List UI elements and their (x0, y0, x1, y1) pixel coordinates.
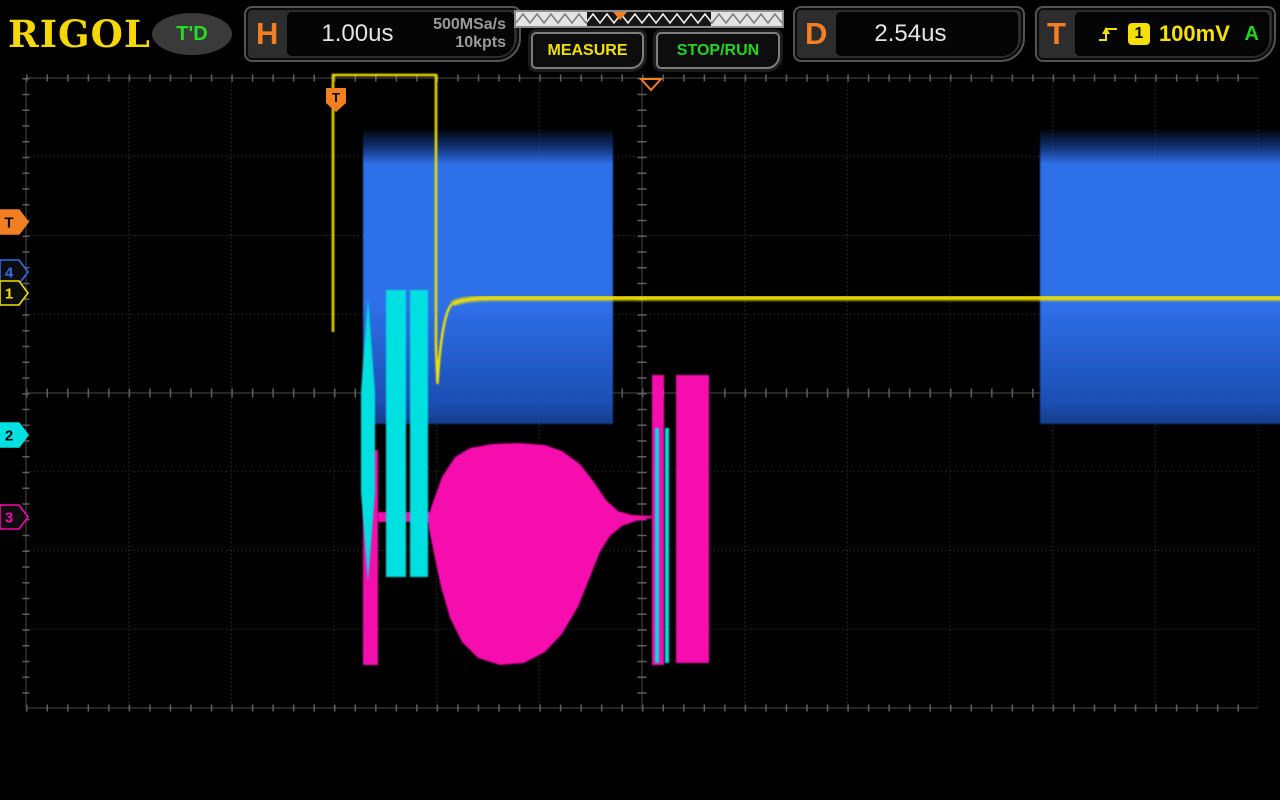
waveform-display[interactable]: T T 4 1 2 3 (0, 62, 1280, 720)
h-label: H (246, 16, 287, 52)
svg-text:3: 3 (5, 510, 13, 527)
trigger-panel[interactable]: T 1 100mV A (1035, 6, 1276, 62)
svg-text:1: 1 (5, 286, 13, 303)
top-status-bar: RIGOL T'D H 1.00us 500MSa/s 10kpts (0, 0, 1280, 62)
memory-position-bar[interactable] (514, 10, 784, 33)
svg-text:T: T (4, 215, 13, 232)
left-marker-2[interactable]: 2 (0, 423, 28, 447)
trigger-status-badge: T'D (152, 13, 232, 55)
delay-inset: 2.54us (836, 12, 1018, 56)
trigger-slope-icon (1097, 24, 1119, 44)
stop-run-button[interactable]: STOP/RUN (656, 32, 780, 69)
trigger-mode: A (1245, 23, 1269, 46)
trigger-level-value: 100mV (1159, 21, 1230, 47)
trigger-position-marker[interactable]: T (326, 88, 346, 112)
horizontal-timebase-panel[interactable]: H 1.00us 500MSa/s 10kpts (244, 6, 521, 62)
oscilloscope-screen: RIGOL T'D H 1.00us 500MSa/s 10kpts (0, 0, 1280, 800)
center-reference-marker (641, 79, 661, 90)
scope-canvas[interactable]: T T 4 1 2 3 (0, 62, 1280, 720)
t-label: T (1037, 16, 1075, 52)
left-marker-1[interactable]: 1 (0, 281, 28, 305)
rigol-logo: RIGOL (8, 12, 151, 56)
left-marker-T[interactable]: T (0, 210, 28, 234)
svg-text:2: 2 (5, 428, 13, 445)
d-label: D (795, 16, 836, 52)
svg-text:4: 4 (5, 265, 14, 282)
delay-panel[interactable]: D 2.54us (793, 6, 1025, 62)
svg-text:T: T (332, 90, 340, 105)
delay-value: 2.54us (836, 20, 946, 48)
bottom-channel-bar: 1 100mV Ω +120mV 2 100mV Ω -56.6mV 3 1 (0, 720, 1280, 800)
acquisition-rates: 500MSa/s 10kpts (433, 16, 514, 52)
trigger-source-badge: 1 (1128, 23, 1150, 45)
timebase-value: 1.00us (287, 20, 393, 48)
sample-rate: 500MSa/s (433, 16, 506, 33)
timebase-inset: 1.00us 500MSa/s 10kpts (287, 12, 514, 56)
measure-button[interactable]: MEASURE (531, 32, 644, 69)
memory-depth: 10kpts (455, 34, 506, 51)
trigger-inset: 1 100mV A (1075, 12, 1269, 56)
left-marker-3[interactable]: 3 (0, 505, 28, 529)
